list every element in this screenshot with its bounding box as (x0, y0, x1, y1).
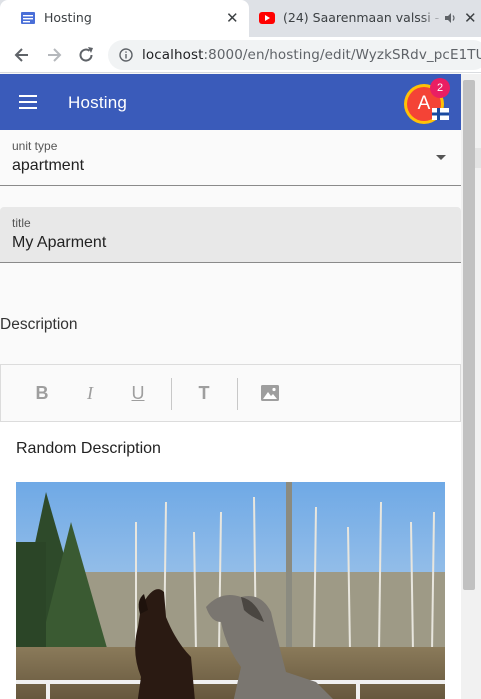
dropdown-arrow-icon (436, 155, 446, 160)
finland-flag-icon[interactable] (432, 108, 449, 120)
editor-body[interactable]: Random Description (0, 422, 461, 699)
editor-toolbar: B I U T (0, 364, 461, 422)
forward-arrow-icon[interactable] (44, 45, 64, 65)
italic-button[interactable]: I (78, 381, 102, 405)
tab-title: (24) Saarenmaan valssi - YouTube (283, 10, 445, 25)
address-bar[interactable]: localhost:8000/en/hosting/edit/WyzkSRdv_… (108, 40, 481, 70)
page-title: Hosting (68, 93, 128, 112)
title-label: title (12, 216, 31, 230)
title-value: My Aparment (12, 234, 107, 251)
menu-icon[interactable] (19, 95, 37, 109)
youtube-icon (259, 12, 275, 24)
notification-badge: 2 (430, 78, 450, 98)
horses-photo[interactable] (16, 482, 445, 699)
main-content: unit type apartment title My Aparment De… (0, 130, 461, 699)
underline-button[interactable]: U (126, 381, 150, 405)
toolbar-divider (237, 378, 238, 410)
text-style-button[interactable]: T (192, 381, 216, 405)
url-host: localhost (142, 47, 204, 63)
reload-icon[interactable] (76, 45, 96, 65)
unit-type-label: unit type (12, 139, 58, 153)
app-bar: Hosting (0, 74, 461, 130)
title-field[interactable]: title My Aparment (0, 207, 461, 263)
back-arrow-icon[interactable] (12, 45, 32, 65)
close-tab-icon[interactable]: ✕ (464, 11, 477, 26)
url-text: localhost:8000/en/hosting/edit/WyzkSRdv_… (142, 47, 481, 63)
url-path: :8000/en/hosting/edit/WyzkSRdv_pcE1TUO (203, 47, 481, 63)
bold-button[interactable]: B (30, 381, 54, 405)
scrollbar-thumb[interactable] (463, 80, 475, 590)
browser-tab-strip: Hosting ✕ (24) Saarenmaan valssi - YouTu… (0, 0, 481, 37)
description-label: Description (0, 316, 78, 333)
tab-hosting[interactable]: Hosting ✕ (0, 0, 249, 37)
unit-type-value: apartment (12, 157, 85, 174)
editor-content-text: Random Description (16, 440, 161, 457)
toolbar-divider (171, 378, 172, 410)
speaker-icon[interactable] (444, 12, 456, 24)
close-tab-icon[interactable]: ✕ (226, 11, 239, 26)
tab-title: Hosting (44, 10, 92, 25)
scrollbar-edge (475, 148, 481, 168)
info-icon[interactable] (119, 48, 133, 62)
doc-icon (21, 12, 35, 24)
browser-toolbar: localhost:8000/en/hosting/edit/WyzkSRdv_… (0, 37, 481, 73)
image-icon[interactable] (258, 381, 282, 405)
unit-type-select[interactable]: unit type apartment (0, 130, 461, 186)
